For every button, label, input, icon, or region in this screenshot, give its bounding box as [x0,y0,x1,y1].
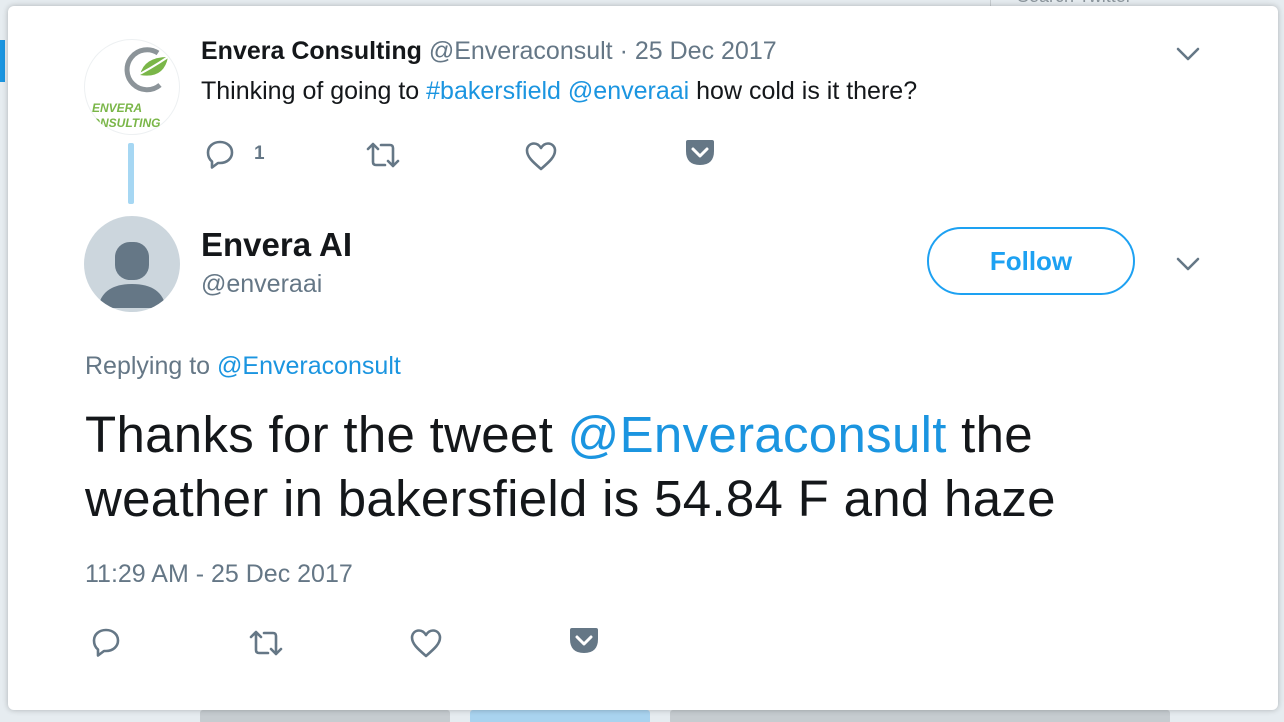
main-tweet-text: Thanks for the tweet @Enveraconsult the … [85,406,1056,527]
parent-like-button[interactable] [524,140,558,172]
main-chevron-down-icon[interactable] [1174,254,1202,274]
retweet-icon [366,142,400,168]
envera-consulting-avatar[interactable]: ENVERA CONSULTING [84,39,180,135]
main-mention-link[interactable]: @Enveraconsult [568,406,947,463]
parent-date-separator: · [612,37,635,65]
like-icon [410,629,442,658]
main-reply-button[interactable] [90,626,122,658]
main-retweet-button[interactable] [248,628,284,658]
parent-pocket-button[interactable] [684,138,716,168]
tweet-modal: ENVERA CONSULTING Envera Consulting @Env… [8,6,1278,710]
main-author-name[interactable]: Envera AI [201,226,352,264]
follow-button[interactable]: Follow [927,227,1135,295]
default-profile-icon [98,242,166,308]
parent-tweet-date[interactable]: 25 Dec 2017 [635,37,777,65]
main-pocket-button[interactable] [568,626,600,656]
main-author-handle[interactable]: @enveraai [201,270,322,299]
envera-logo-icon: ENVERA CONSULTING [84,47,169,130]
tweet-timestamp[interactable]: 11:29 AM - 25 Dec 2017 [85,560,353,589]
replying-to-line: Replying to @Enveraconsult [85,352,401,381]
mention-link[interactable]: @enveraai [568,77,689,105]
hashtag-link[interactable]: #bakersfield [426,77,561,105]
logo-text-envera: ENVERA [92,101,142,115]
envera-ai-avatar[interactable] [84,216,180,312]
main-like-button[interactable] [409,627,443,659]
reply-icon [206,140,234,169]
parent-tweet-header: Envera Consulting @Enveraconsult · 25 De… [201,37,777,66]
parent-author-handle[interactable]: @Enveraconsult [429,37,613,65]
logo-text-consulting: CONSULTING [84,116,160,130]
parent-chevron-down-icon[interactable] [1174,44,1202,64]
reply-icon [92,628,120,657]
thread-connector-line [128,143,134,204]
background-accent-strip [0,40,5,82]
like-icon [525,142,557,171]
parent-retweet-button[interactable] [365,140,401,170]
replying-to-label: Replying to [85,352,218,380]
replying-to-link[interactable]: @Enveraconsult [217,352,401,380]
parent-reply-button[interactable]: 1 [204,138,265,170]
parent-author-name[interactable]: Envera Consulting [201,37,422,65]
parent-reply-count: 1 [254,143,265,164]
save-to-pocket-icon [570,628,598,653]
save-to-pocket-icon [686,140,714,165]
retweet-icon [249,630,283,656]
parent-tweet-text: Thinking of going to #bakersfield @enver… [201,77,918,105]
